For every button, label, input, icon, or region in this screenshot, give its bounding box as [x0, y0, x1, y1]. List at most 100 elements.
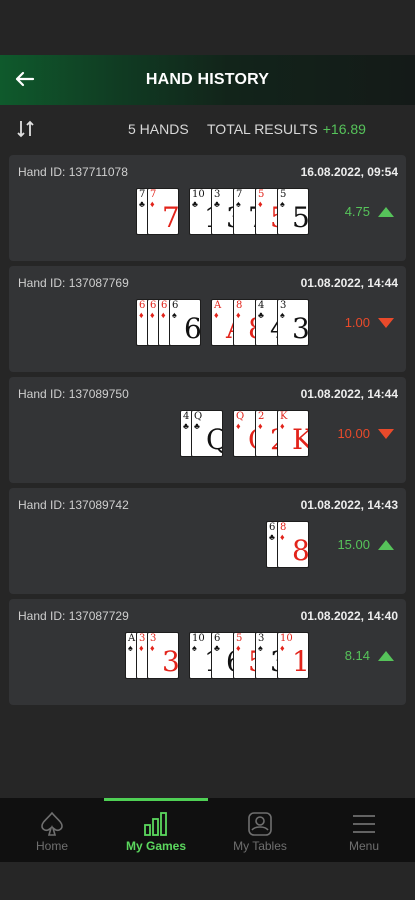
card-suit-icon: ♦ — [236, 643, 241, 653]
total-results-value: +16.89 — [322, 121, 366, 137]
playing-card: 3♦3 — [147, 632, 179, 679]
card-rank-large: 3 — [162, 645, 179, 678]
card-suit-icon: ♠ — [172, 310, 177, 320]
tables-icon — [246, 811, 274, 837]
card-suit-icon: ♦ — [280, 643, 285, 653]
card-suit-icon: ♦ — [161, 310, 166, 320]
nav-my-tables[interactable]: My Tables — [208, 798, 312, 862]
total-results-label: TOTAL RESULTS — [207, 121, 318, 137]
card-rank-large: 7 — [162, 201, 179, 234]
page-title: HAND HISTORY — [145, 71, 270, 88]
card-rank-large: 5 — [292, 201, 309, 234]
card-suit-icon: ♦ — [139, 643, 144, 653]
back-arrow-icon[interactable] — [14, 68, 36, 90]
menu-icon — [350, 811, 378, 837]
hand-id: Hand ID: 137711078 — [18, 165, 128, 179]
playing-card: Q♣Q — [191, 410, 223, 457]
card-rank-large: 8 — [292, 534, 309, 567]
card-suit-icon: ♦ — [280, 532, 285, 542]
sort-icon[interactable] — [16, 118, 36, 140]
hand-result: 1.00 — [345, 315, 394, 330]
gesture-area — [0, 862, 415, 900]
playing-card: 5 ♠ 5 — [277, 188, 309, 235]
hand-list: Hand ID: 13771107816.08.2022, 09:547♣77♦… — [9, 155, 406, 710]
nav-my-games[interactable]: My Games — [104, 798, 208, 862]
card-suit-icon: ♠ — [280, 199, 285, 209]
card-suit-icon: ♠ — [236, 199, 241, 209]
hand-date: 01.08.2022, 14:40 — [300, 609, 398, 623]
card-rank-large: 6 — [184, 312, 201, 345]
hand-result-value: 8.14 — [344, 648, 370, 663]
playing-card: 7 ♦ 7 — [147, 188, 179, 235]
playing-card: 6 ♠ 6 — [169, 299, 201, 346]
hand-result-value: 15.00 — [337, 537, 370, 552]
card-suit-icon: ♦ — [139, 310, 144, 320]
card-suit-icon: ♦ — [214, 310, 219, 320]
playing-card: 10♦10 — [277, 632, 309, 679]
hand-id: Hand ID: 137087769 — [18, 276, 129, 290]
hand-row[interactable]: Hand ID: 13708772901.08.2022, 14:40A♠A3♦… — [9, 599, 406, 705]
card-suit-icon: ♦ — [280, 421, 285, 431]
hand-date: 01.08.2022, 14:44 — [300, 276, 398, 290]
hand-row[interactable]: Hand ID: 13771107816.08.2022, 09:547♣77♦… — [9, 155, 406, 261]
card-suit-icon: ♣ — [194, 421, 200, 431]
hand-result: 8.14 — [345, 648, 394, 663]
card-suit-icon: ♦ — [150, 199, 155, 209]
card-rank-large: 3 — [292, 312, 309, 345]
card-rank-large: K — [292, 425, 308, 455]
card-rank-large: 10 — [292, 645, 309, 678]
card-suit-icon: ♣ — [183, 421, 189, 431]
bottom-navigation: Home My Games My Tables Menu — [0, 798, 415, 862]
triangle-up-icon — [378, 650, 394, 661]
card-suit-icon: ♣ — [214, 643, 220, 653]
hand-id: Hand ID: 137089750 — [18, 387, 129, 401]
card-suit-icon: ♠ — [128, 643, 133, 653]
nav-label-home: Home — [35, 839, 68, 853]
card-suit-icon: ♦ — [236, 421, 241, 431]
triangle-down-icon — [378, 317, 394, 328]
nav-label-my-tables: My Tables — [233, 839, 287, 853]
card-rank-large: Q — [206, 425, 222, 455]
hand-date: 16.08.2022, 09:54 — [300, 165, 398, 179]
card-suit-icon: ♠ — [192, 643, 197, 653]
triangle-up-icon — [378, 206, 394, 217]
hand-row[interactable]: Hand ID: 13708975001.08.2022, 14:444♣4Q♣… — [9, 377, 406, 483]
nav-label-menu: Menu — [348, 839, 380, 853]
nav-home[interactable]: Home — [0, 798, 104, 862]
spade-icon — [38, 811, 66, 837]
hand-result: 15.00 — [337, 537, 394, 552]
playing-card: 3♠3 — [277, 299, 309, 346]
hand-row[interactable]: Hand ID: 13708776901.08.2022, 14:446♦66♦… — [9, 266, 406, 372]
card-suit-icon: ♦ — [258, 199, 263, 209]
card-suit-icon: ♠ — [258, 643, 263, 653]
hand-result: 10.00 — [337, 426, 394, 441]
card-suit-icon: ♣ — [139, 199, 145, 209]
triangle-up-icon — [378, 539, 394, 550]
hand-date: 01.08.2022, 14:44 — [300, 387, 398, 401]
hand-id: Hand ID: 137087729 — [18, 609, 129, 623]
card-suit-icon: ♣ — [258, 310, 264, 320]
hand-result-value: 1.00 — [344, 315, 370, 330]
hand-result-value: 10.00 — [337, 426, 370, 441]
card-suit-icon: ♦ — [258, 421, 263, 431]
card-suit-icon: ♣ — [214, 199, 220, 209]
hand-id: Hand ID: 137089742 — [18, 498, 129, 512]
card-suit-icon: ♦ — [150, 643, 155, 653]
results-summary: 5 HANDS TOTAL RESULTS +16.89 — [0, 105, 415, 153]
bar-chart-icon — [142, 811, 170, 837]
playing-card: 8♦8 — [277, 521, 309, 568]
card-suit-icon: ♣ — [269, 532, 275, 542]
nav-label-my-games: My Games — [125, 839, 187, 853]
playing-card: K♦K — [277, 410, 309, 457]
card-suit-icon: ♦ — [236, 310, 241, 320]
status-area — [0, 0, 415, 55]
hand-date: 01.08.2022, 14:43 — [300, 498, 398, 512]
total-results: TOTAL RESULTS +16.89 — [207, 121, 366, 137]
card-suit-icon: ♠ — [280, 310, 285, 320]
app-header: HAND HISTORY — [0, 55, 415, 105]
nav-menu[interactable]: Menu — [312, 798, 415, 862]
triangle-down-icon — [378, 428, 394, 439]
hand-row[interactable]: Hand ID: 13708974201.08.2022, 14:436♣68♦… — [9, 488, 406, 594]
hand-result: 4.75 — [345, 204, 394, 219]
hands-count: 5 HANDS — [128, 121, 189, 137]
